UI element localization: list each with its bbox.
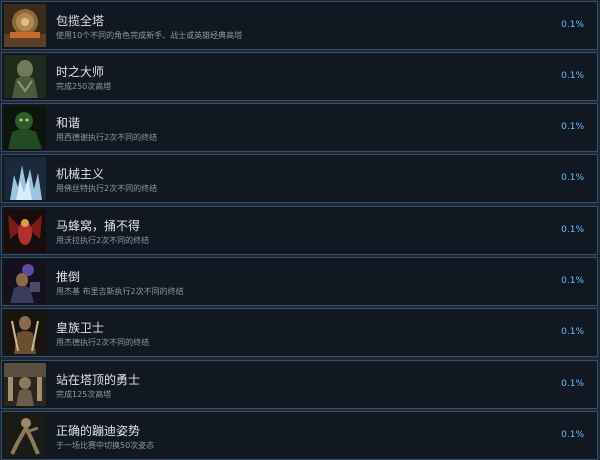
achievement-row[interactable]: 机械主义 用佛丝特执行2次不同的终结 0.1% <box>1 154 598 203</box>
achievement-row[interactable]: 推倒 用杰基 布里吉斯执行2次不同的终结 0.1% <box>1 257 598 306</box>
achievement-row[interactable]: 包揽全塔 使用10个不同的角色完成新手、战士或英雄经典高塔 0.1% <box>1 1 598 50</box>
achievement-icon <box>4 311 46 354</box>
achievement-icon <box>4 414 46 457</box>
achievement-title: 皇族卫士 <box>56 321 105 335</box>
time-master-icon <box>4 55 46 98</box>
unlock-percent: 0.1% <box>561 430 584 440</box>
achievement-description: 使用10个不同的角色完成新手、战士或英雄经典高塔 <box>56 31 243 40</box>
achievement-list: 包揽全塔 使用10个不同的角色完成新手、战士或英雄经典高塔 0.1% 时之大师 … <box>0 0 600 460</box>
unlock-percent: 0.1% <box>561 327 584 337</box>
achievement-title: 推倒 <box>56 270 81 284</box>
achievement-description: 用杰基 布里吉斯执行2次不同的终结 <box>56 287 184 296</box>
unlock-percent: 0.1% <box>561 71 584 81</box>
achievement-title: 时之大师 <box>56 65 105 79</box>
unlock-percent: 0.1% <box>561 173 584 183</box>
unlock-percent: 0.1% <box>561 379 584 389</box>
sheeva-icon <box>4 106 46 149</box>
achievement-description: 用沃拉执行2次不同的终结 <box>56 236 150 245</box>
achievement-title: 正确的蹦迪姿势 <box>56 424 141 438</box>
achievement-icon <box>4 55 46 98</box>
achievement-description: 完成125次高塔 <box>56 390 112 399</box>
achievement-title: 和谐 <box>56 116 81 130</box>
unlock-percent: 0.1% <box>561 122 584 132</box>
achievement-icon <box>4 363 46 406</box>
achievement-row[interactable]: 正确的蹦迪姿势 于一场比赛中切换50次姿态 0.1% <box>1 411 598 460</box>
achievement-row[interactable]: 马蜂窝，捅不得 用沃拉执行2次不同的终结 0.1% <box>1 206 598 255</box>
achievement-row[interactable]: 皇族卫士 用杰德执行2次不同的终结 0.1% <box>1 308 598 357</box>
achievement-icon <box>4 157 46 200</box>
achievement-title: 马蜂窝，捅不得 <box>56 219 141 233</box>
achievement-description: 于一场比赛中切换50次姿态 <box>56 441 155 450</box>
achievement-description: 完成250次高塔 <box>56 82 112 91</box>
achievement-icon <box>4 4 46 47</box>
unlock-percent: 0.1% <box>561 225 584 235</box>
achievement-title: 站在塔顶的勇士 <box>56 373 141 387</box>
jacqui-briggs-icon <box>4 260 46 303</box>
achievement-icon <box>4 106 46 149</box>
tower-gate-icon <box>4 4 46 47</box>
achievement-description: 用佛丝特执行2次不同的终结 <box>56 184 158 193</box>
achievement-icon <box>4 209 46 252</box>
dvorah-icon <box>4 209 46 252</box>
frost-icon <box>4 157 46 200</box>
achievement-title: 包揽全塔 <box>56 14 105 28</box>
achievement-row[interactable]: 时之大师 完成250次高塔 0.1% <box>1 52 598 101</box>
jade-icon <box>4 311 46 354</box>
achievement-description: 用西德谢执行2次不同的终结 <box>56 133 158 142</box>
achievement-icon <box>4 260 46 303</box>
achievement-row[interactable]: 和谐 用西德谢执行2次不同的终结 0.1% <box>1 103 598 152</box>
unlock-percent: 0.1% <box>561 276 584 286</box>
tower-champion-icon <box>4 363 46 406</box>
stance-fighter-icon <box>4 414 46 457</box>
achievement-row[interactable]: 站在塔顶的勇士 完成125次高塔 0.1% <box>1 360 598 409</box>
achievement-description: 用杰德执行2次不同的终结 <box>56 338 150 347</box>
achievement-title: 机械主义 <box>56 167 105 181</box>
unlock-percent: 0.1% <box>561 20 584 30</box>
